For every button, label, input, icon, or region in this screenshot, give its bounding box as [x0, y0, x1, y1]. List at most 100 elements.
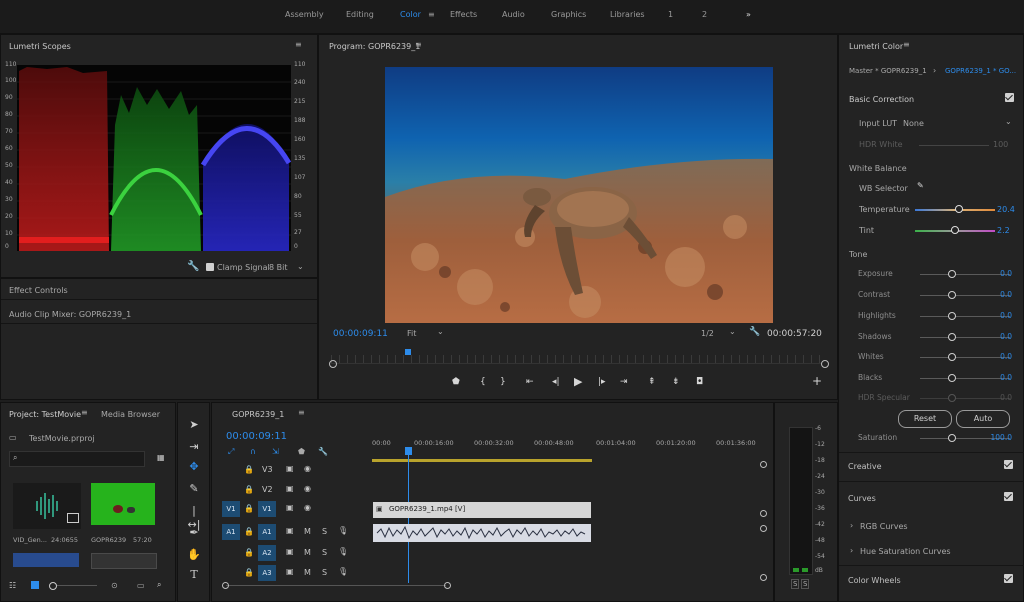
source-patch-v1[interactable]: V1	[222, 501, 240, 517]
workspace-editing[interactable]: Editing	[346, 10, 374, 19]
clamp-checkbox[interactable]	[206, 263, 214, 271]
mark-out-icon[interactable]: }	[500, 377, 506, 387]
hand-tool-icon[interactable]: ✋	[186, 548, 202, 562]
creative-header[interactable]: Creative	[848, 462, 882, 471]
sync-icon[interactable]: ▣	[286, 503, 294, 512]
linked-selection-icon[interactable]: ∩	[250, 447, 256, 456]
clip4-thumbnail[interactable]	[91, 553, 157, 569]
chevron-down-icon[interactable]: ⌄	[729, 327, 736, 336]
timeline-ruler[interactable]: 00:00 00:00:16:00 00:00:32:00 00:00:48:0…	[372, 435, 762, 451]
timeline-scroll-handle[interactable]	[760, 574, 767, 581]
chevron-right-icon[interactable]: ›	[850, 521, 853, 530]
lock-icon[interactable]: 🔒	[244, 485, 254, 494]
type-tool-icon[interactable]: T	[186, 568, 202, 582]
slip-tool-icon[interactable]: |↔|	[186, 504, 202, 531]
chevron-down-icon[interactable]: ⌄	[437, 327, 444, 336]
hscroll-right-handle[interactable]	[444, 582, 451, 589]
scrub-start-handle[interactable]	[329, 360, 337, 368]
effect-controls-tab[interactable]: Effect Controls	[9, 286, 68, 295]
workspace-1[interactable]: 1	[668, 10, 673, 19]
blacks-track[interactable]	[920, 378, 1010, 379]
workspace-assembly[interactable]: Assembly	[285, 10, 324, 19]
search-icon[interactable]: ⌕	[157, 580, 161, 590]
playhead-head[interactable]	[405, 447, 412, 455]
lock-icon[interactable]: 🔒	[244, 465, 254, 474]
timeline-scroll-handle[interactable]	[760, 525, 767, 532]
panel-menu-icon[interactable]: ≡	[415, 40, 422, 49]
hue-saturation-curves-item[interactable]: Hue Saturation Curves	[860, 547, 951, 556]
extract-icon[interactable]: ⇟	[672, 377, 680, 387]
wrench-icon[interactable]: 🔧	[187, 261, 199, 272]
sort-icon[interactable]: ⊙	[111, 581, 118, 590]
mic-icon[interactable]: 🎙	[338, 567, 348, 576]
program-scrubber[interactable]	[331, 355, 821, 364]
step-back-icon[interactable]: ◂|	[552, 377, 560, 387]
sync-icon[interactable]: ▣	[286, 567, 294, 576]
workspace-audio[interactable]: Audio	[502, 10, 525, 19]
lock-icon[interactable]: 🔒	[244, 527, 254, 536]
tint-knob[interactable]	[951, 226, 959, 234]
master-clip-tab[interactable]: Master * GOPR6239_1	[849, 67, 927, 75]
snap-icon[interactable]: ⤢	[228, 447, 234, 457]
workspace-libraries[interactable]: Libraries	[610, 10, 645, 19]
lock-icon[interactable]: 🔒	[244, 548, 254, 557]
blacks-value[interactable]: 0.0	[1000, 373, 1012, 382]
project-search-input[interactable]: ⌕	[9, 451, 145, 467]
new-bin-icon[interactable]: ▦	[157, 453, 165, 462]
step-forward-icon[interactable]: |▸	[598, 377, 606, 387]
icon-view-icon[interactable]	[31, 581, 39, 589]
folder-icon[interactable]: ▭	[137, 581, 145, 590]
temperature-knob[interactable]	[955, 205, 963, 213]
shadows-track[interactable]	[920, 337, 1010, 338]
curves-header[interactable]: Curves	[848, 494, 876, 503]
solo-icon[interactable]: S	[322, 548, 327, 557]
exposure-value[interactable]: 0.0	[1000, 269, 1012, 278]
more-workspaces-icon[interactable]: »	[746, 10, 751, 19]
audio-clip-mixer-tab[interactable]: Audio Clip Mixer: GOPR6239_1	[9, 310, 131, 319]
color-wheels-header[interactable]: Color Wheels	[848, 576, 901, 585]
blacks-knob[interactable]	[948, 374, 956, 382]
zoom-slider-handle[interactable]	[49, 582, 57, 590]
exposure-track[interactable]	[920, 274, 1010, 275]
auto-button[interactable]: Auto	[956, 410, 1010, 428]
mute-icon[interactable]: M	[304, 527, 311, 536]
bit-depth-select[interactable]: 8 Bit	[269, 263, 287, 272]
video-clip[interactable]: ▣ GOPR6239_1.mp4 [V]	[373, 502, 591, 518]
workspace-2[interactable]: 2	[702, 10, 707, 19]
sequence-clip-tab[interactable]: GOPR6239_1 * GO...	[945, 67, 1016, 75]
work-area-bar[interactable]	[372, 459, 592, 462]
eye-icon[interactable]: ◉	[304, 484, 311, 493]
tint-value[interactable]: 2.2	[997, 226, 1010, 235]
chevron-right-icon[interactable]: ›	[850, 546, 853, 555]
timeline-scroll-handle[interactable]	[760, 510, 767, 517]
eye-icon[interactable]: ◉	[304, 503, 311, 512]
insert-icon[interactable]: ⇲	[272, 447, 279, 456]
sync-icon[interactable]: ▣	[286, 526, 294, 535]
playhead-marker[interactable]	[405, 349, 411, 355]
hscroll-left-handle[interactable]	[222, 582, 229, 589]
project-tab[interactable]: Project: TestMovie	[9, 410, 81, 419]
timeline-timecode[interactable]: 00:00:09:11	[226, 431, 287, 442]
solo-right-button[interactable]: S	[801, 579, 810, 589]
eye-icon[interactable]: ◉	[304, 464, 311, 473]
ripple-edit-tool-icon[interactable]: ✥	[186, 460, 202, 474]
wrench-icon[interactable]: 🔧	[318, 447, 328, 456]
curves-checkbox[interactable]	[1004, 492, 1013, 501]
lock-icon[interactable]: 🔒	[244, 568, 254, 577]
solo-left-button[interactable]: S	[791, 579, 800, 589]
horizontal-scrollbar[interactable]	[226, 585, 446, 586]
saturation-value[interactable]: 100.0	[991, 433, 1012, 442]
fit-select[interactable]: Fit	[407, 329, 416, 338]
workspace-graphics[interactable]: Graphics	[551, 10, 586, 19]
track-select-tool-icon[interactable]: ⇥	[186, 440, 202, 454]
shadows-knob[interactable]	[948, 333, 956, 341]
workspace-menu-icon[interactable]: ≡	[428, 10, 435, 19]
quality-select[interactable]: 1/2	[701, 329, 714, 338]
exposure-knob[interactable]	[948, 270, 956, 278]
reset-button[interactable]: Reset	[898, 410, 952, 428]
color-wheels-checkbox[interactable]	[1004, 574, 1013, 583]
workspace-effects[interactable]: Effects	[450, 10, 477, 19]
chevron-down-icon[interactable]: ⌄	[1005, 117, 1012, 126]
track-target-a2[interactable]: A2	[258, 545, 276, 561]
add-button-icon[interactable]: +	[812, 374, 822, 388]
